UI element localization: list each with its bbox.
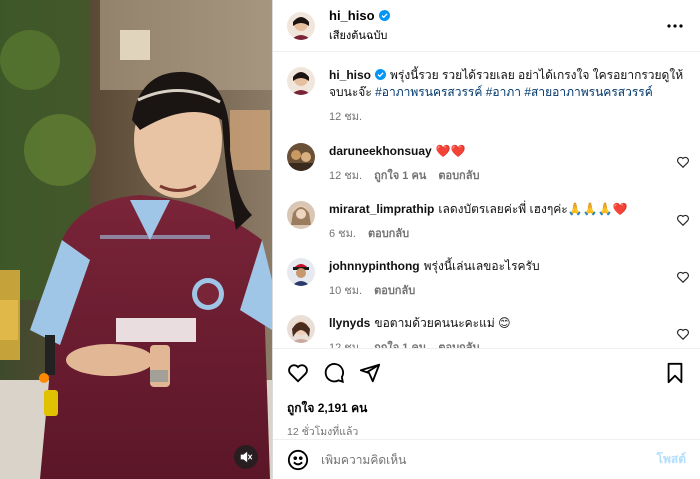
like-count[interactable]: ถูกใจ 2,191 คน bbox=[287, 399, 686, 418]
comment-timestamp[interactable]: 10 ชม. bbox=[329, 281, 362, 299]
reply-button[interactable]: ตอบกลับ bbox=[374, 281, 415, 299]
author-avatar[interactable] bbox=[287, 11, 315, 40]
comment-timestamp[interactable]: 6 ชม. bbox=[329, 224, 356, 242]
verified-badge-icon bbox=[378, 9, 390, 21]
caption-text: hi_hiso พรุ่งนี้รวย รวยได้รวยเลย อย่าได้เ… bbox=[329, 67, 690, 101]
post-panel: hi_hiso เสียงต้นฉบับ hi_hiso พรุ่งนี้รวย … bbox=[272, 0, 700, 479]
post-comment-button[interactable]: โพสต์ bbox=[657, 450, 686, 469]
verified-badge-icon bbox=[375, 69, 387, 80]
comment-meta: 12 ชม. ถูกใจ 1 คน ตอบกลับ bbox=[329, 166, 676, 184]
commenter-avatar[interactable] bbox=[287, 143, 315, 171]
bookmark-icon bbox=[667, 362, 683, 384]
author-avatar[interactable] bbox=[287, 67, 315, 95]
comment-item: johnnypinthong พรุ่งนี้เล่นเลขอะไรครับ 10… bbox=[287, 258, 690, 299]
commenter-avatar[interactable] bbox=[287, 258, 315, 286]
comment-heart-icon[interactable] bbox=[676, 213, 690, 227]
commenter-username[interactable]: mirarat_limprathip bbox=[329, 202, 434, 216]
comment-text: llynyds ขอตามด้วยคนนะคะแม่ 😊 bbox=[329, 315, 676, 332]
comment-button[interactable] bbox=[323, 362, 345, 384]
hashtag-link[interactable]: #สายอาภาพรนครสวรรค์ bbox=[524, 85, 652, 99]
comments-list[interactable]: hi_hiso พรุ่งนี้รวย รวยได้รวยเลย อย่าได้เ… bbox=[273, 53, 700, 348]
post-actions: ถูกใจ 2,191 คน 12 ชั่วโมงที่แล้ว bbox=[273, 348, 700, 440]
emoji-icon[interactable] bbox=[287, 449, 309, 471]
instagram-post-view: hi_hiso เสียงต้นฉบับ hi_hiso พรุ่งนี้รวย … bbox=[0, 0, 700, 479]
comment-meta: 12 ชม. ถูกใจ 1 คน ตอบกลับ bbox=[329, 338, 676, 348]
post-timestamp[interactable]: 12 ชั่วโมงที่แล้ว bbox=[287, 423, 686, 440]
commenter-avatar[interactable] bbox=[287, 201, 315, 229]
commenter-username[interactable]: johnnypinthong bbox=[329, 259, 420, 273]
comment-composer: โพสต์ bbox=[273, 439, 700, 479]
more-options-button[interactable] bbox=[664, 15, 686, 37]
comment-heart-icon[interactable] bbox=[676, 327, 690, 341]
share-button[interactable] bbox=[359, 362, 381, 384]
comment-like-count[interactable]: ถูกใจ 1 คน bbox=[374, 166, 426, 184]
comment-meta: 10 ชม. ตอบกลับ bbox=[329, 281, 676, 299]
hashtag-link[interactable]: #อาภา bbox=[486, 85, 521, 99]
comment-text: mirarat_limprathip เลดงบัตรเลยค่ะพี่ เฮงๆ… bbox=[329, 201, 676, 218]
comment-body: ขอตามด้วยคนนะคะแม่ 😊 bbox=[374, 316, 511, 330]
send-icon bbox=[359, 363, 381, 383]
comment-item: daruneekhonsuay ❤️❤️ 12 ชม. ถูกใจ 1 คน ตอ… bbox=[287, 143, 690, 184]
comment-timestamp[interactable]: 12 ชม. bbox=[329, 338, 362, 348]
audio-label[interactable]: เสียงต้นฉบับ bbox=[329, 26, 390, 44]
commenter-username[interactable]: daruneekhonsuay bbox=[329, 144, 432, 158]
comment-icon bbox=[324, 363, 344, 384]
caption-timestamp[interactable]: 12 ชม. bbox=[329, 107, 362, 125]
comment-like-count[interactable]: ถูกใจ 1 คน bbox=[374, 338, 426, 348]
caption-row: hi_hiso พรุ่งนี้รวย รวยได้รวยเลย อย่าได้เ… bbox=[287, 67, 690, 125]
hashtag-link[interactable]: #อาภาพรนครสวรรค์ bbox=[375, 85, 482, 99]
caption-username[interactable]: hi_hiso bbox=[329, 68, 371, 82]
commenter-avatar[interactable] bbox=[287, 315, 315, 343]
caption-meta: 12 ชม. bbox=[329, 107, 690, 125]
speaker-muted-icon bbox=[240, 451, 253, 463]
comment-input[interactable] bbox=[321, 452, 657, 467]
comment-heart-icon[interactable] bbox=[676, 270, 690, 284]
comment-item: llynyds ขอตามด้วยคนนะคะแม่ 😊 12 ชม. ถูกใจ… bbox=[287, 315, 690, 348]
save-button[interactable] bbox=[664, 362, 686, 384]
like-button[interactable] bbox=[287, 362, 309, 384]
comment-meta: 6 ชม. ตอบกลับ bbox=[329, 224, 676, 242]
mute-toggle-button[interactable] bbox=[234, 445, 258, 469]
comment-body: เลดงบัตรเลยค่ะพี่ เฮงๆค่ะ🙏🙏🙏❤️ bbox=[438, 202, 628, 216]
post-header: hi_hiso เสียงต้นฉบับ bbox=[273, 0, 700, 52]
commenter-username[interactable]: llynyds bbox=[329, 316, 370, 330]
author-username[interactable]: hi_hiso bbox=[329, 8, 375, 23]
reply-button[interactable]: ตอบกลับ bbox=[438, 338, 479, 348]
comment-body: พรุ่งนี้เล่นเลขอะไรครับ bbox=[423, 259, 540, 273]
post-media[interactable] bbox=[0, 0, 272, 479]
reply-button[interactable]: ตอบกลับ bbox=[438, 166, 479, 184]
comment-heart-icon[interactable] bbox=[676, 155, 690, 169]
comment-text: johnnypinthong พรุ่งนี้เล่นเลขอะไรครับ bbox=[329, 258, 676, 275]
reply-button[interactable]: ตอบกลับ bbox=[368, 224, 409, 242]
comment-text: daruneekhonsuay ❤️❤️ bbox=[329, 143, 676, 160]
comment-item: mirarat_limprathip เลดงบัตรเลยค่ะพี่ เฮงๆ… bbox=[287, 201, 690, 242]
comment-body: ❤️❤️ bbox=[435, 144, 466, 158]
post-photo bbox=[0, 0, 272, 479]
heart-icon bbox=[288, 364, 308, 383]
more-horizontal-icon bbox=[667, 23, 683, 28]
comment-timestamp[interactable]: 12 ชม. bbox=[329, 166, 362, 184]
